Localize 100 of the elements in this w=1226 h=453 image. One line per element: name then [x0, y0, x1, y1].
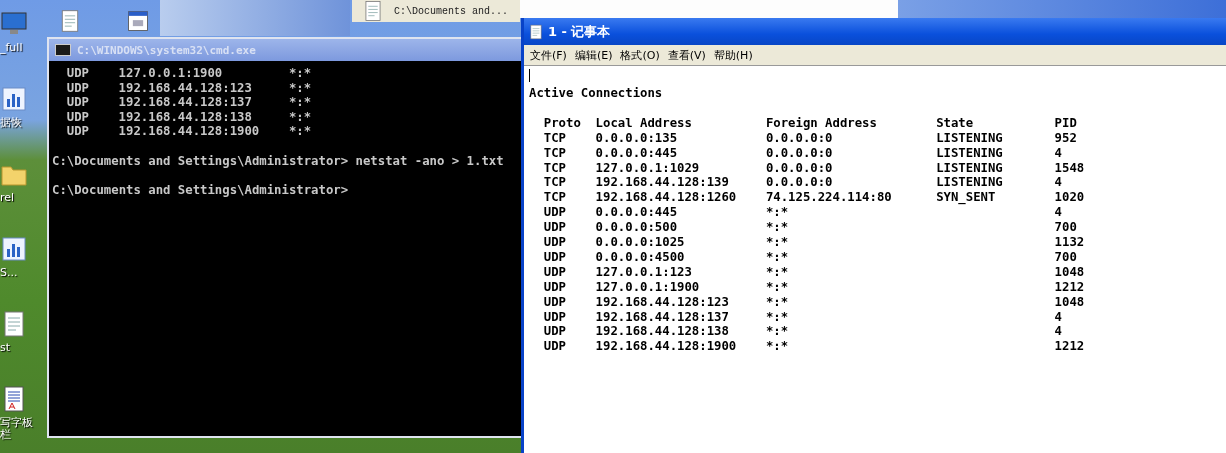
chart-icon[interactable]	[0, 85, 28, 113]
menu-item[interactable]: 查看(V)	[667, 47, 706, 63]
console-text: 192.168.44.128:123	[118, 80, 253, 96]
table-cell-text: SYN_SENT	[936, 190, 997, 206]
console-text: UDP	[66, 124, 90, 139]
text-cursor	[529, 69, 530, 82]
table-cell-text: 0.0.0.0:135	[595, 130, 679, 146]
command-line: C:\Documents and Settings\Administrator> netstat -ano > 1.txt	[52, 153, 504, 168]
menu-item[interactable]: 编辑(E)	[574, 47, 613, 63]
console-text: 192.168.44.128:137	[118, 95, 253, 110]
table-cell-text: UDP	[543, 220, 567, 236]
table-cell-text: 1212	[1054, 339, 1086, 355]
chart-icon[interactable]	[0, 235, 28, 263]
heading-text: Active Connections	[529, 86, 664, 101]
table-cell-text: 74.125.224.114:80	[765, 190, 893, 206]
table-cell-text: 0.0.0.0:4500	[595, 249, 686, 265]
menu-item[interactable]: 格式(O)	[620, 47, 660, 63]
table-cell-text: UDP	[543, 249, 567, 265]
table-cell-text: *:*	[765, 264, 790, 280]
console-text: 192.168.44.128:1900	[118, 124, 261, 139]
document-icon[interactable]	[528, 22, 544, 41]
table-cell-text: UDP	[543, 205, 567, 221]
table-cell-text: 4	[1054, 145, 1063, 161]
command-line: C:\Documents and Settings\Administrator>	[52, 182, 349, 197]
table-cell-text: 1548	[1054, 160, 1086, 176]
table-cell-text: TCP	[543, 190, 567, 206]
window-title: 1 - 记事本	[548, 22, 611, 41]
table-cell-text: UDP	[543, 279, 567, 295]
table-cell-text: UDP	[543, 324, 567, 340]
table-cell-text: LISTENING	[936, 160, 1004, 176]
table-cell-text: UDP	[543, 264, 567, 280]
table-cell-text: *:*	[765, 324, 790, 340]
column-header: Local Address	[595, 115, 693, 131]
console-text: 192.168.44.128:138	[118, 109, 253, 125]
table-cell-text: LISTENING	[936, 130, 1004, 146]
console-text: *:*	[288, 95, 313, 110]
console-text: UDP	[66, 66, 90, 81]
table-cell-text: UDP	[543, 235, 567, 250]
table-cell-text: TCP	[543, 130, 567, 146]
table-cell-text: 4	[1054, 205, 1063, 221]
table-cell-text: 127.0.0.1:123	[595, 264, 693, 280]
column-header: Proto	[543, 115, 582, 131]
icon-label[interactable]: st	[0, 342, 40, 354]
column-header: Foreign Address	[765, 115, 878, 131]
console-text: *:*	[288, 80, 313, 96]
table-cell-text: 0.0.0.0:0	[765, 130, 834, 146]
table-cell-text: *:*	[765, 235, 790, 250]
table-cell-text: *:*	[765, 294, 790, 310]
window-icon[interactable]	[126, 8, 150, 34]
menu-item[interactable]: 文件(F)	[530, 47, 567, 63]
document-icon[interactable]	[362, 0, 384, 22]
console-text: UDP	[66, 109, 90, 125]
table-cell-text: *:*	[765, 279, 790, 295]
table-cell-text: UDP	[543, 294, 567, 310]
console-text: *:*	[288, 124, 313, 139]
table-cell-text: 952	[1054, 130, 1078, 146]
table-cell-text: 1048	[1054, 294, 1086, 310]
table-cell-text: 4	[1054, 324, 1063, 340]
console-icon	[55, 44, 71, 56]
table-cell-text: *:*	[765, 220, 790, 236]
icon-label[interactable]: S...	[0, 267, 40, 279]
table-cell-text: UDP	[543, 339, 567, 355]
table-cell-text: TCP	[543, 175, 567, 191]
table-cell-text: 1020	[1054, 190, 1086, 206]
table-cell-text: TCP	[543, 145, 567, 161]
table-cell-text: 1048	[1054, 264, 1086, 280]
table-cell-text: *:*	[765, 309, 790, 325]
table-cell-text: 192.168.44.128:123	[595, 294, 730, 310]
table-cell-text: 0.0.0.0:445	[595, 145, 679, 161]
table-cell-text: LISTENING	[936, 175, 1004, 191]
column-header: State	[936, 115, 975, 131]
table-cell-text: UDP	[543, 309, 567, 325]
table-cell-text: 4	[1054, 175, 1063, 191]
console-text: 127.0.0.1:1900	[118, 66, 224, 81]
table-cell-text: 192.168.44.128:138	[595, 324, 730, 340]
console-text: UDP	[66, 80, 90, 96]
table-cell-text: 0.0.0.0:0	[765, 175, 834, 191]
table-cell-text: 192.168.44.128:139	[595, 175, 730, 191]
table-cell-text: 0.0.0.0:500	[595, 220, 679, 236]
console-text: *:*	[288, 66, 313, 81]
window-title: C:\WINDOWS\system32\cmd.exe	[77, 43, 256, 57]
console-text: UDP	[66, 95, 90, 110]
table-cell-text: 192.168.44.128:1260	[595, 190, 738, 206]
window-path: C:\Documents and...	[394, 5, 509, 17]
icon-label[interactable]: 据恢	[0, 117, 40, 129]
table-cell-text: 1212	[1054, 279, 1086, 295]
table-cell-text: *:*	[765, 249, 790, 265]
table-cell-text: 192.168.44.128:137	[595, 309, 730, 325]
icon-label[interactable]: 写字板栏	[0, 417, 40, 441]
icon-label[interactable]: _full	[0, 42, 40, 54]
menu-item[interactable]: 帮助(H)	[713, 47, 753, 63]
table-cell-text: 700	[1054, 220, 1078, 236]
table-cell-text: 4	[1054, 309, 1063, 325]
table-cell-text: 127.0.0.1:1900	[595, 279, 701, 295]
icon-label[interactable]: rel	[0, 192, 40, 204]
table-cell-text: 0.0.0.0:1025	[595, 235, 686, 250]
table-cell-text: 127.0.0.1:1029	[595, 160, 701, 176]
table-cell-text: TCP	[543, 160, 567, 176]
table-cell-text: 0.0.0.0:0	[765, 145, 834, 161]
table-cell-text: LISTENING	[936, 145, 1004, 161]
